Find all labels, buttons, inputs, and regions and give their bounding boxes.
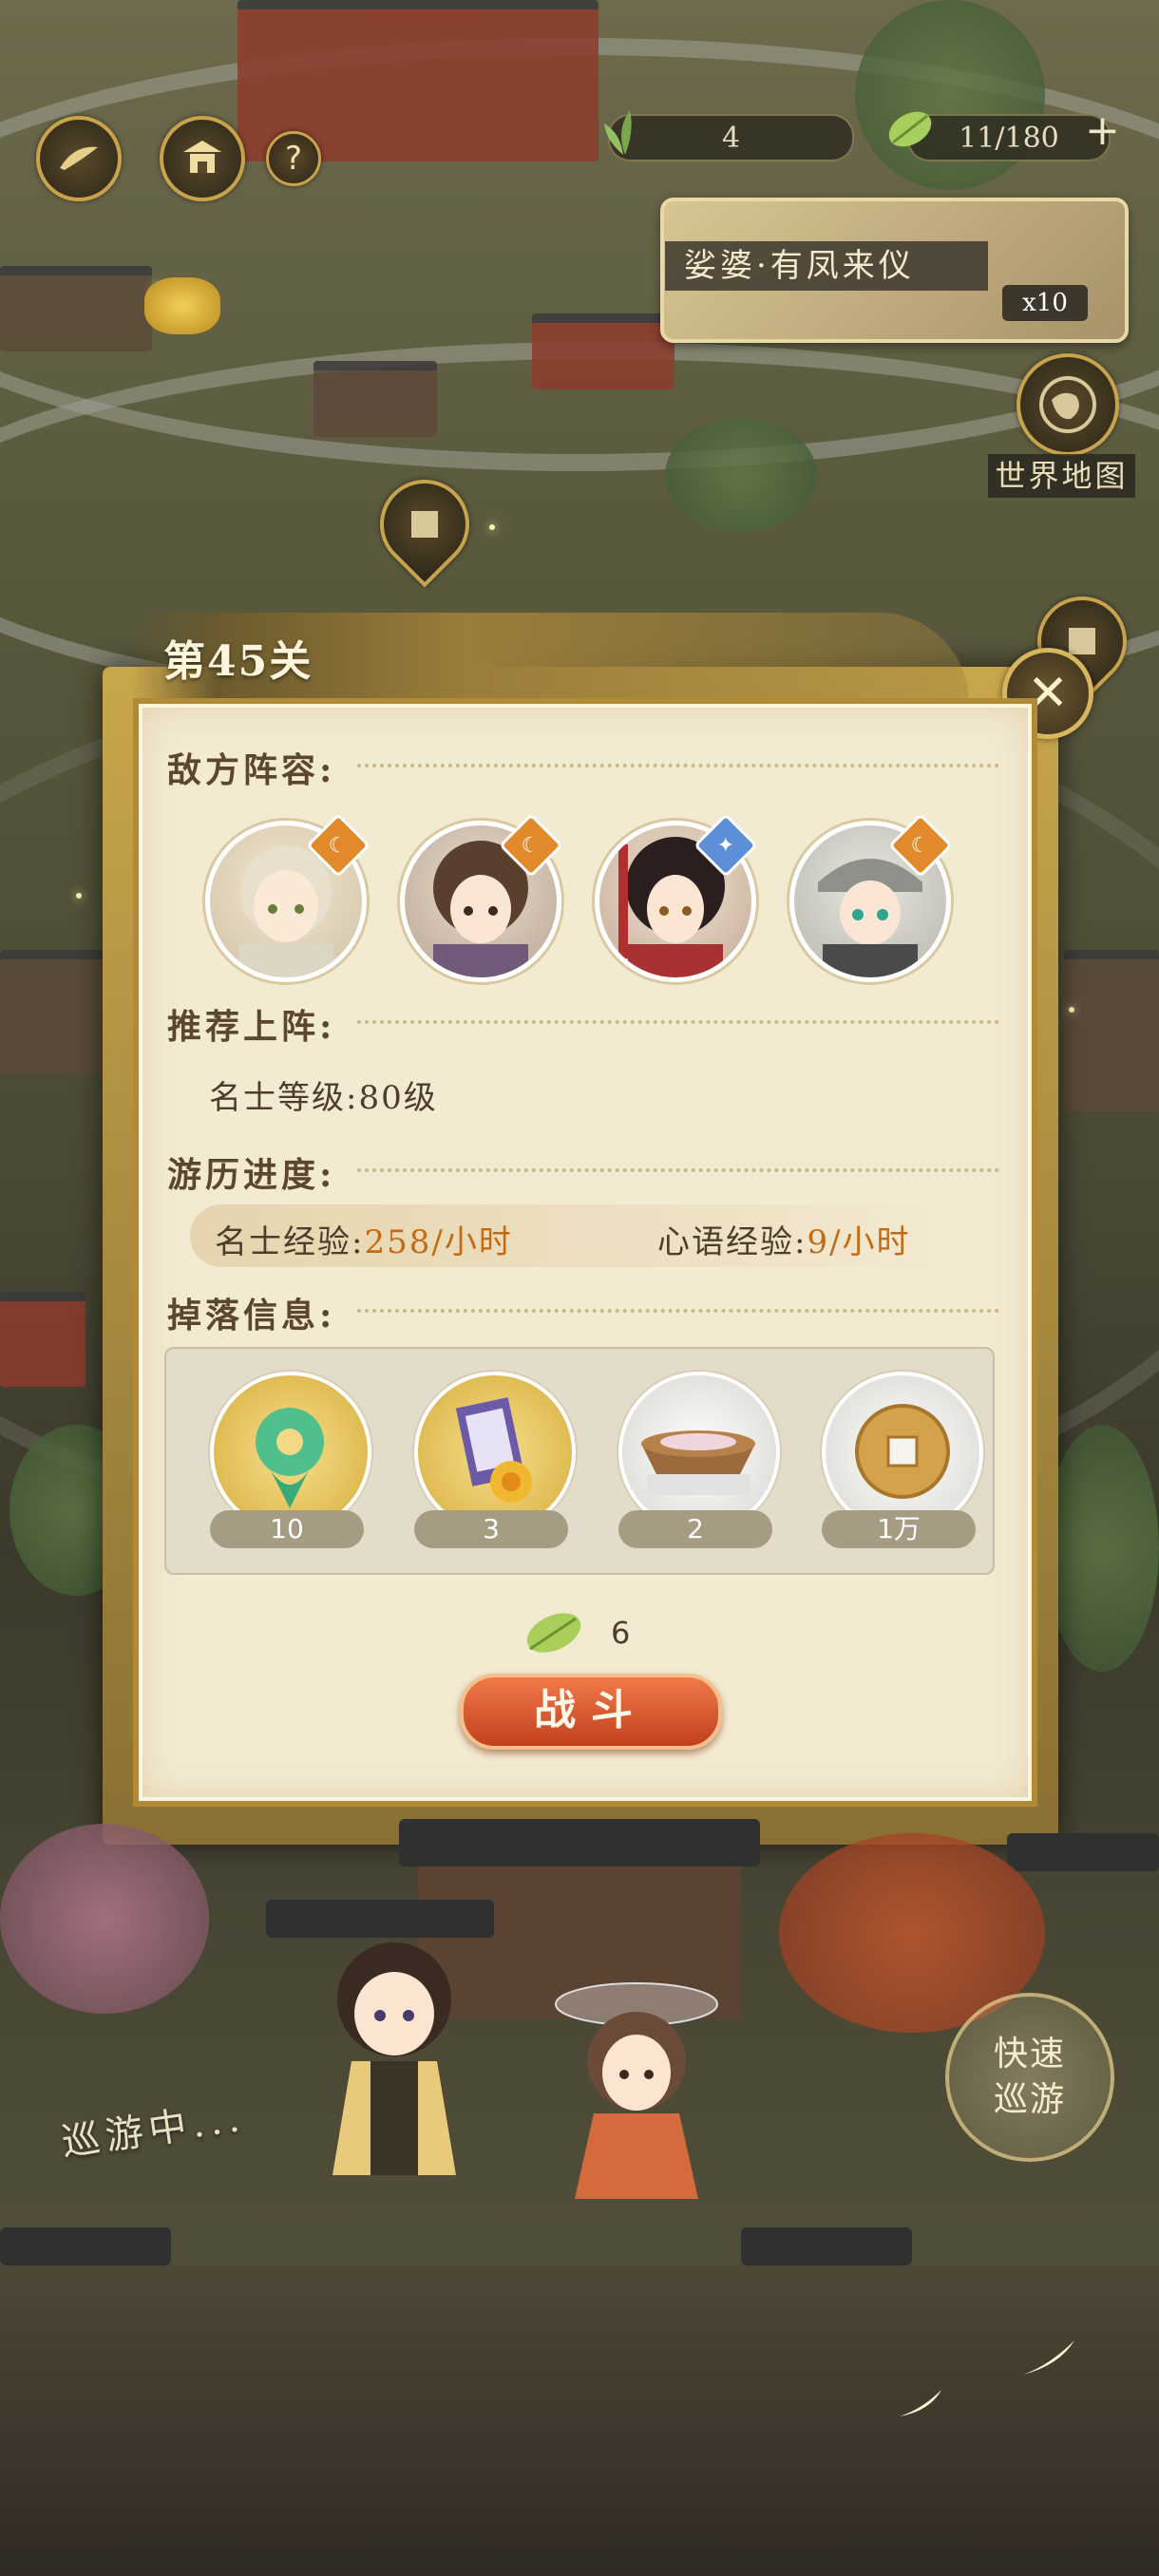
level-title: 第45关 bbox=[163, 637, 314, 686]
drop-item-rice-bowl[interactable] bbox=[618, 1372, 780, 1533]
divider bbox=[357, 1168, 999, 1172]
xinyu-exp-label: 心语经验: bbox=[657, 1223, 808, 1261]
drop-qty: 3 bbox=[414, 1510, 568, 1548]
pavilion-button[interactable] bbox=[160, 116, 245, 201]
moon-icon: ☾ bbox=[911, 833, 930, 858]
mingshi-exp: 名士经验:258/小时 bbox=[215, 1216, 513, 1262]
divider bbox=[357, 764, 999, 767]
add-jade-leaf-button[interactable]: + bbox=[1085, 106, 1120, 155]
gold-arrow-icon bbox=[900, 2390, 941, 2416]
moon-icon: ☾ bbox=[329, 833, 348, 858]
xinyu-exp: 心语经验:9/小时 bbox=[657, 1216, 911, 1262]
xinyu-exp-value: 9/小时 bbox=[807, 1223, 911, 1261]
question-mark-icon: ? bbox=[284, 140, 303, 178]
enemy-lineup-label: 敌方阵容: bbox=[167, 750, 336, 790]
rice-bowl-icon bbox=[641, 1430, 755, 1495]
jade-leaf-icon bbox=[521, 1607, 587, 1658]
help-button[interactable]: ? bbox=[266, 131, 321, 186]
level-requirement-label: 名士等级: bbox=[209, 1079, 359, 1117]
moon-icon: ☾ bbox=[522, 833, 541, 858]
lower-roof bbox=[0, 2227, 171, 2265]
copper-coin-icon bbox=[855, 1404, 950, 1499]
feather-icon bbox=[60, 146, 98, 170]
lower-roof bbox=[741, 2227, 912, 2265]
level-requirement: 名士等级:80级 bbox=[209, 1071, 438, 1118]
drop-qty: 1万 bbox=[822, 1510, 976, 1548]
jade-leaf-icon bbox=[884, 104, 937, 154]
star-icon: ✦ bbox=[716, 833, 735, 858]
world-map-label: 世界地图 bbox=[988, 454, 1135, 498]
map-node-button-1[interactable] bbox=[36, 116, 122, 201]
drop-qty: 2 bbox=[618, 1510, 772, 1548]
market-stalls bbox=[0, 2265, 1159, 2576]
mingshi-exp-label: 名士经验: bbox=[215, 1223, 365, 1261]
quick-tour-label-2: 巡游 bbox=[993, 2080, 1066, 2119]
building-roof bbox=[1007, 1833, 1159, 1871]
pavilion-icon bbox=[183, 141, 221, 173]
event-title: 娑婆·有凤来仪 bbox=[665, 241, 988, 291]
character-chibi-1[interactable] bbox=[314, 1909, 475, 2194]
jade-pendant-icon bbox=[256, 1408, 324, 1525]
recommend-label: 推荐上阵: bbox=[167, 1007, 336, 1047]
quick-tour-label-1: 快速 bbox=[993, 2035, 1066, 2074]
building-roof bbox=[399, 1819, 760, 1866]
gold-arrow-icon bbox=[1023, 2340, 1074, 2375]
drop-info-label: 掉落信息: bbox=[167, 1296, 336, 1335]
world-map-icon bbox=[1039, 376, 1096, 433]
herb-icon bbox=[597, 103, 654, 160]
drop-item-book-scroll[interactable] bbox=[414, 1372, 576, 1533]
level-requirement-value: 80级 bbox=[358, 1079, 438, 1117]
divider bbox=[357, 1020, 999, 1024]
stamina-value: 4 bbox=[721, 121, 741, 155]
drop-item-copper-coin[interactable] bbox=[822, 1372, 983, 1533]
gold-ingot-icon bbox=[144, 277, 220, 334]
drop-item-jade-pendant[interactable] bbox=[210, 1372, 371, 1533]
character-chibi-2[interactable] bbox=[551, 1976, 722, 2204]
drop-qty: 10 bbox=[210, 1510, 364, 1548]
progress-label: 游历进度: bbox=[167, 1155, 336, 1195]
jade-leaf-bar: 11/180 bbox=[907, 114, 1111, 161]
pink-tree bbox=[0, 1824, 209, 2014]
jade-leaf-value: 11/180 bbox=[959, 121, 1059, 155]
stamina-cost: 6 bbox=[611, 1615, 631, 1651]
divider bbox=[357, 1309, 999, 1313]
event-count-badge: x10 bbox=[1002, 285, 1088, 321]
world-map-button[interactable] bbox=[1016, 353, 1119, 456]
mingshi-exp-value: 258/小时 bbox=[364, 1223, 513, 1261]
quick-tour-button[interactable]: 快速 巡游 bbox=[945, 1993, 1114, 2162]
book-scroll-icon bbox=[455, 1397, 532, 1503]
fight-button[interactable]: 战斗 bbox=[460, 1674, 722, 1750]
